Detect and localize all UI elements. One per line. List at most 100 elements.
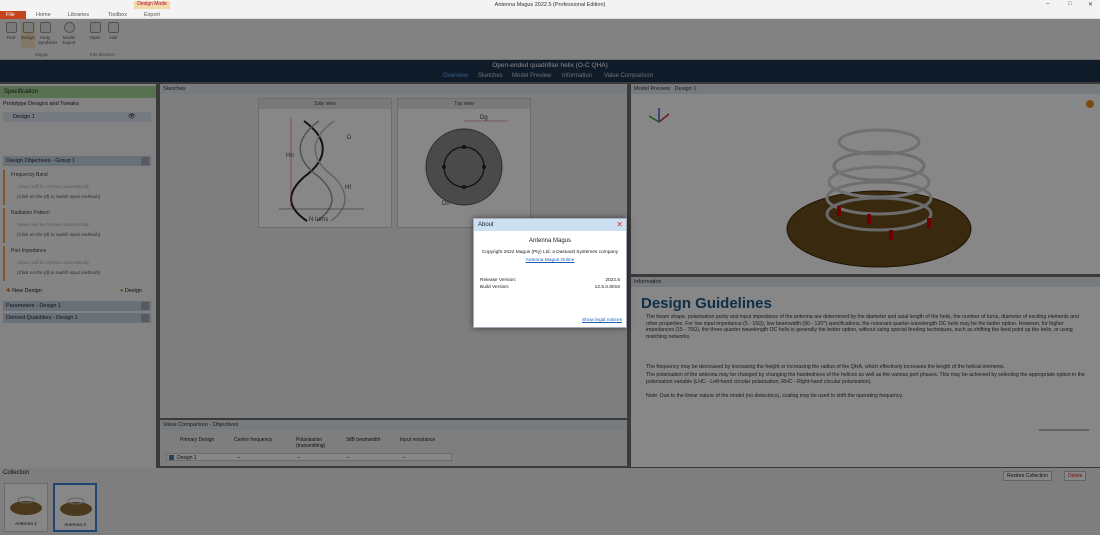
frequency-band-label: Frequency Band bbox=[11, 172, 48, 178]
radiation-pattern-label: Radiation Pattern bbox=[11, 210, 50, 216]
group-info-label: Info Browser bbox=[90, 52, 116, 57]
product-name: Antenna Magus bbox=[528, 238, 572, 244]
antenna-thumbnail bbox=[10, 496, 42, 515]
build-version-value: 12.5.0.8016 bbox=[594, 285, 620, 290]
file-menu[interactable]: File bbox=[0, 11, 26, 19]
design-guidelines-heading: Design Guidelines bbox=[641, 295, 772, 312]
delete-button[interactable]: Delete bbox=[1064, 471, 1087, 481]
orientation-axes-icon[interactable] bbox=[648, 108, 670, 123]
tab-libraries[interactable]: Libraries bbox=[62, 11, 95, 19]
collection-title: Collection bbox=[3, 470, 30, 476]
open-button[interactable]: Open bbox=[88, 22, 102, 48]
pin-icon[interactable] bbox=[141, 157, 149, 165]
hf-label: Hf bbox=[345, 185, 351, 191]
row-design: Design 1 bbox=[177, 455, 197, 461]
design-color-swatch bbox=[169, 455, 174, 460]
tab-toolbox[interactable]: Toolbox bbox=[102, 11, 133, 19]
build-version-label: Build Version: bbox=[480, 285, 510, 290]
restore-collection-button[interactable]: Restore Collection bbox=[1003, 471, 1052, 481]
pin-icon[interactable] bbox=[141, 314, 149, 322]
about-close-icon[interactable]: ✕ bbox=[616, 220, 623, 230]
collection-item-label: Antenna 1 bbox=[15, 522, 37, 527]
help-icon[interactable] bbox=[1086, 100, 1094, 108]
new-design-label: New Design bbox=[12, 288, 42, 294]
frequency-auto-text: Values will be chosen automatically bbox=[17, 184, 90, 189]
release-version-label: Release Version: bbox=[480, 278, 517, 283]
group-magus-label: Magus bbox=[35, 52, 49, 57]
legal-notices-link[interactable]: Show legal notices bbox=[582, 318, 622, 323]
nav-value-comparison[interactable]: Value Comparison bbox=[604, 73, 653, 79]
parameters-label: Parameters - Design 1 bbox=[6, 303, 62, 309]
collection-item[interactable]: Antenna 2 bbox=[53, 483, 97, 532]
copyright-text: Copyright 2022 Magus (Pty) Ltd, a Dassau… bbox=[481, 250, 619, 255]
model-export-icon bbox=[63, 22, 75, 33]
parameters-header[interactable]: Parameters - Design 1 bbox=[3, 301, 151, 311]
objectives-label: Design Objectives - Group 1 bbox=[6, 158, 76, 164]
array-synthesis-button[interactable]: Array Synthesis bbox=[38, 22, 58, 48]
guidelines-paragraph: The beam shape, polarisation purity and … bbox=[646, 314, 1079, 340]
top-view-drawing: Dg Dn bbox=[425, 115, 508, 207]
table-row[interactable]: Design 1 – – – – bbox=[166, 453, 452, 461]
col-centre-frequency: Centre frequency bbox=[234, 437, 273, 443]
model-export-button[interactable]: Model Export bbox=[62, 22, 76, 48]
value-comparison-header: Value Comparison - Objectives bbox=[160, 420, 627, 430]
about-dialog: About ✕ Antenna Magus Copyright 2022 Mag… bbox=[473, 218, 627, 328]
zoom-slider[interactable] bbox=[1039, 429, 1089, 431]
d-label: D bbox=[347, 135, 352, 141]
antenna-title: Open-ended quadrifilar helix (O-C QHA) bbox=[492, 62, 608, 69]
eye-icon[interactable]: 👁 bbox=[128, 113, 136, 120]
nav-overview[interactable]: Overview bbox=[443, 73, 468, 79]
tab-home[interactable]: Home bbox=[30, 11, 57, 19]
model-preview-header: Model Preview Design 1 bbox=[631, 84, 1100, 94]
minimize-button[interactable]: – bbox=[1046, 1, 1049, 7]
radiation-pattern-box[interactable]: Radiation Pattern Values will be chosen … bbox=[3, 208, 150, 243]
open-icon bbox=[89, 22, 101, 33]
derived-label: Derived Quantities - Design 1 bbox=[6, 315, 78, 321]
design-button[interactable]: Design bbox=[21, 22, 35, 48]
ribbon: Find Design Array Synthesis Model Export… bbox=[0, 19, 1100, 60]
col-polarisation: Polarisation (transmitting) bbox=[296, 437, 326, 449]
side-view-drawing: Hn D Hf N turns bbox=[279, 117, 364, 223]
tab-export[interactable]: Export bbox=[138, 11, 166, 19]
side-view-title: Side view bbox=[259, 99, 391, 109]
nav-model-preview[interactable]: Model Preview bbox=[512, 73, 551, 79]
add-button[interactable]: Add bbox=[106, 22, 120, 48]
col-input-resistance: Input resistance bbox=[400, 437, 436, 443]
array-label: Array Synthesis bbox=[38, 35, 58, 45]
collection-item[interactable]: Antenna 1 bbox=[4, 483, 48, 532]
close-button[interactable]: ✕ bbox=[1088, 1, 1093, 8]
collection-item-label: Antenna 2 bbox=[64, 523, 86, 528]
nav-sketches[interactable]: Sketches bbox=[478, 73, 503, 79]
design-action-button[interactable]: ● Design bbox=[120, 288, 142, 294]
guideline-bullet-2: The polarisation of the antenna may be c… bbox=[646, 372, 1085, 385]
antenna-magus-online-link[interactable]: Antenna Magus Online bbox=[474, 258, 626, 263]
information-panel: Information Design Guidelines The beam s… bbox=[631, 277, 1100, 467]
frequency-band-box[interactable]: Frequency Band Values will be chosen aut… bbox=[3, 170, 150, 205]
design-icon bbox=[22, 22, 34, 33]
port-impedance-box[interactable]: Port Impedance Values will be chosen aut… bbox=[3, 246, 150, 281]
row-resistance: – bbox=[403, 455, 406, 461]
prototype-title: Prototype Designs and Tweaks bbox=[3, 101, 79, 107]
row-beamwidth: – bbox=[347, 455, 350, 461]
design-objectives-header[interactable]: Design Objectives - Group 1 bbox=[3, 156, 151, 166]
derived-quantities-header[interactable]: Derived Quantities - Design 1 bbox=[3, 313, 151, 323]
top-view: Top view Dg Dn bbox=[397, 98, 531, 228]
model-preview-title: Model Preview bbox=[634, 86, 671, 92]
nav-information[interactable]: Information bbox=[562, 73, 592, 79]
model-3d-view[interactable] bbox=[631, 94, 1100, 274]
add-label: Add bbox=[108, 35, 117, 40]
pin-icon[interactable] bbox=[141, 302, 149, 310]
find-button[interactable]: Find bbox=[4, 22, 18, 48]
maximize-button[interactable]: □ bbox=[1068, 1, 1072, 7]
open-label: Open bbox=[89, 35, 101, 40]
model-tab-design-1[interactable]: Design 1 bbox=[675, 86, 697, 92]
value-comparison-panel: Value Comparison - Objectives Primary De… bbox=[160, 420, 627, 466]
guideline-note: Note: Due to the linear nature of the mo… bbox=[646, 393, 904, 399]
port-hint-text: (Click on the (d) to switch input method… bbox=[17, 270, 101, 275]
model-export-label: Model Export bbox=[62, 35, 76, 45]
hn-label: Hn bbox=[286, 153, 294, 159]
add-icon bbox=[107, 22, 119, 33]
col-primary-design: Primary Design bbox=[180, 437, 215, 443]
new-design-button[interactable]: ✚ New Design bbox=[6, 288, 42, 294]
guideline-bullet-1: The frequency may be decreased by increa… bbox=[646, 364, 1005, 370]
